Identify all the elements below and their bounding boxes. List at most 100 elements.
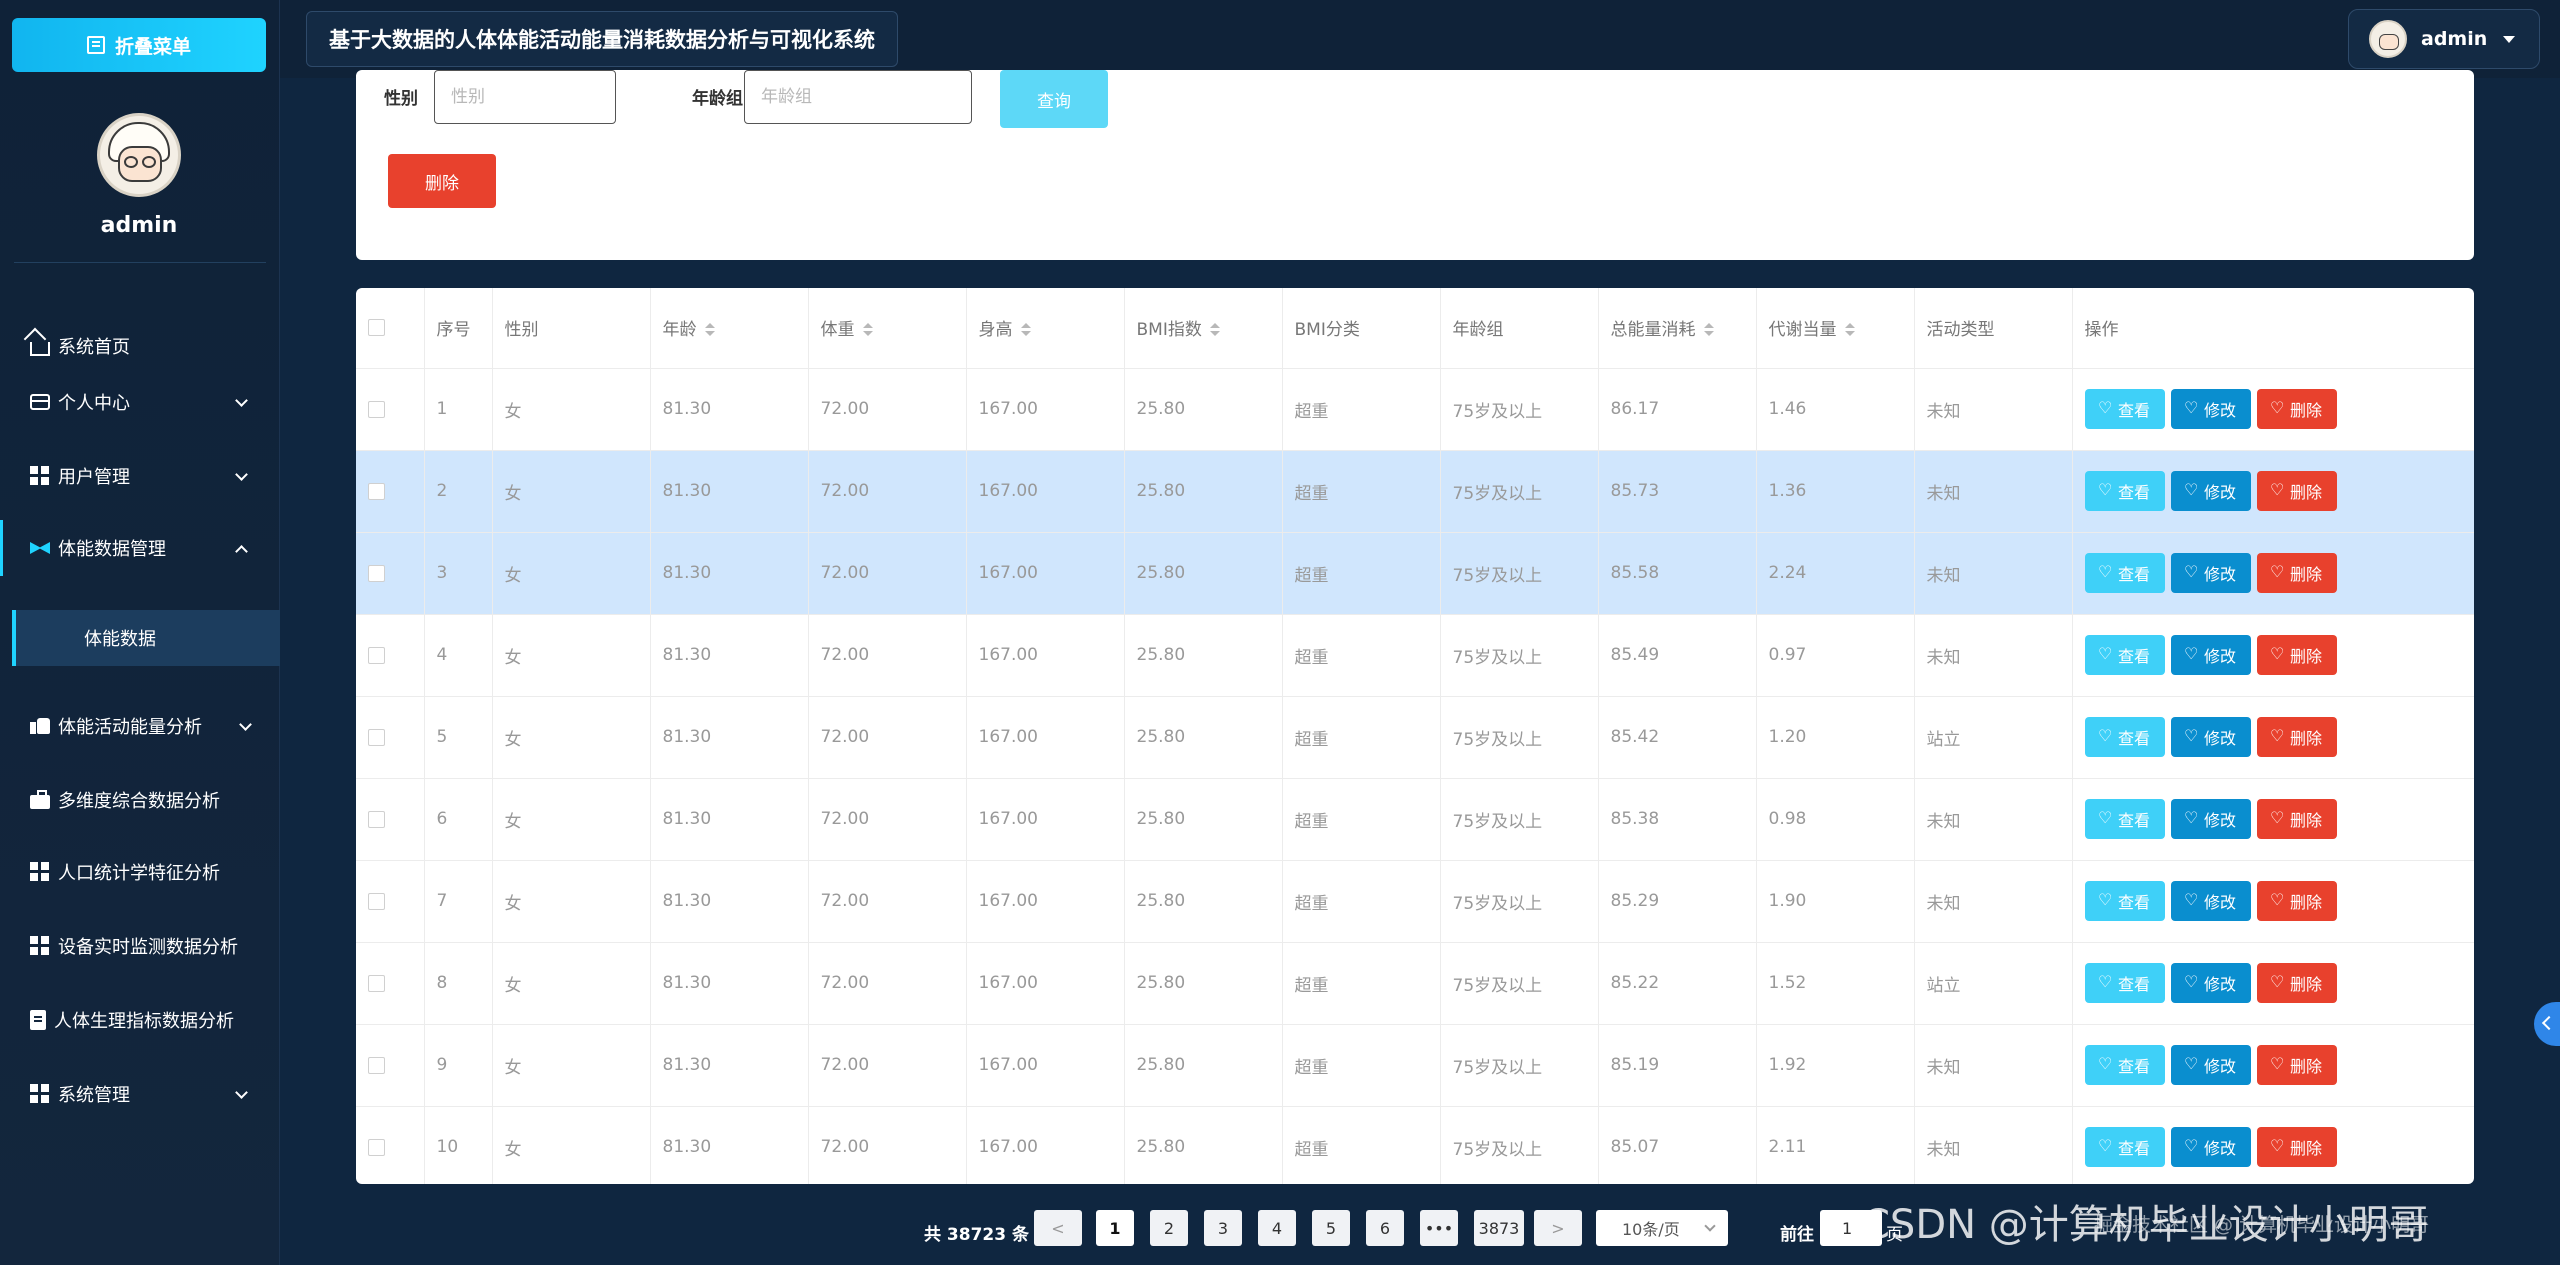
sidebar-item-activity-energy-analysis[interactable]: 体能活动能量分析	[0, 698, 280, 754]
page-number[interactable]: 6	[1366, 1210, 1404, 1246]
page-number[interactable]: 2	[1150, 1210, 1188, 1246]
sidebar-item-physiology-analysis[interactable]: 人体生理指标数据分析	[0, 992, 280, 1048]
edit-button[interactable]: 修改	[2170, 471, 2251, 511]
page-number[interactable]: 5	[1312, 1210, 1350, 1246]
page-number[interactable]: 4	[1258, 1210, 1296, 1246]
delete-button[interactable]: 删除	[2256, 471, 2337, 511]
page-number[interactable]: 3	[1204, 1210, 1242, 1246]
row-checkbox[interactable]	[368, 1056, 385, 1074]
page-ellipsis[interactable]: •••	[1420, 1210, 1458, 1246]
table-row[interactable]: 8 女 81.30 72.00 167.00 25.80 超重 75岁及以上 85.22 1.52…	[356, 942, 2474, 1025]
view-button[interactable]: 查看	[2084, 1127, 2165, 1167]
sidebar-item-fitness-data-management[interactable]: 体能数据管理	[0, 520, 280, 576]
sort-icon[interactable]	[1209, 323, 1220, 337]
table-row[interactable]: 5 女 81.30 72.00 167.00 25.80 超重 75岁及以上 85.42 1.20…	[356, 696, 2474, 779]
gender-input[interactable]	[434, 70, 616, 124]
edit-button[interactable]: 修改	[2170, 389, 2251, 429]
table-row[interactable]: 7 女 81.30 72.00 167.00 25.80 超重 75岁及以上 85.29 1.90…	[356, 860, 2474, 943]
edit-button[interactable]: 修改	[2170, 963, 2251, 1003]
sort-icon[interactable]	[704, 323, 715, 337]
sidebar-item-multidimensional-analysis[interactable]: 多维度综合数据分析	[0, 772, 280, 828]
row-select-cell[interactable]	[356, 860, 425, 943]
page-number[interactable]: 1	[1096, 1210, 1134, 1246]
batch-delete-button[interactable]: 删除	[388, 154, 496, 208]
sidebar-item-personal-center[interactable]: 个人中心	[0, 374, 280, 430]
row-checkbox[interactable]	[368, 810, 385, 828]
delete-button[interactable]: 删除	[2256, 553, 2337, 593]
age-group-input[interactable]	[744, 70, 972, 124]
delete-button[interactable]: 删除	[2256, 963, 2337, 1003]
sidebar-item-device-monitoring-analysis[interactable]: 设备实时监测数据分析	[0, 918, 280, 974]
row-checkbox[interactable]	[368, 892, 385, 910]
prev-page-button[interactable]: <	[1034, 1210, 1082, 1246]
delete-button[interactable]: 删除	[2256, 389, 2337, 429]
column-header-sortable[interactable]: 体重	[808, 288, 967, 369]
collapse-menu-button[interactable]: 折叠菜单	[12, 18, 266, 72]
user-menu[interactable]: admin	[2348, 9, 2540, 69]
view-button[interactable]: 查看	[2084, 553, 2165, 593]
table-row[interactable]: 1 女 81.30 72.00 167.00 25.80 超重 75岁及以上 86.17 1.46…	[356, 368, 2474, 451]
row-checkbox[interactable]	[368, 646, 385, 664]
edit-button[interactable]: 修改	[2170, 717, 2251, 757]
view-button[interactable]: 查看	[2084, 635, 2165, 675]
sort-icon[interactable]	[1703, 323, 1714, 337]
vertical-scrollbar[interactable]	[2546, 78, 2560, 1265]
table-row[interactable]: 9 女 81.30 72.00 167.00 25.80 超重 75岁及以上 85.19 1.92…	[356, 1024, 2474, 1107]
table-row[interactable]: 6 女 81.30 72.00 167.00 25.80 超重 75岁及以上 85.38 0.98…	[356, 778, 2474, 861]
delete-button[interactable]: 删除	[2256, 635, 2337, 675]
edit-button[interactable]: 修改	[2170, 799, 2251, 839]
sidebar-item-home[interactable]: 系统首页	[0, 318, 280, 374]
query-button[interactable]: 查询	[1000, 70, 1108, 128]
row-select-cell[interactable]	[356, 778, 425, 861]
row-select-cell[interactable]	[356, 1106, 425, 1184]
delete-button[interactable]: 删除	[2256, 1127, 2337, 1167]
view-button[interactable]: 查看	[2084, 471, 2165, 511]
table-row[interactable]: 4 女 81.30 72.00 167.00 25.80 超重 75岁及以上 85.49 0.97…	[356, 614, 2474, 697]
table-row[interactable]: 2 女 81.30 72.00 167.00 25.80 超重 75岁及以上 85.73 1.36…	[356, 450, 2474, 533]
edit-button[interactable]: 修改	[2170, 635, 2251, 675]
view-button[interactable]: 查看	[2084, 799, 2165, 839]
page-size-select[interactable]: 10条/页	[1596, 1210, 1728, 1246]
delete-button[interactable]: 删除	[2256, 717, 2337, 757]
edit-button[interactable]: 修改	[2170, 1045, 2251, 1085]
view-button[interactable]: 查看	[2084, 881, 2165, 921]
delete-button[interactable]: 删除	[2256, 1045, 2337, 1085]
sidebar-item-demographic-analysis[interactable]: 人口统计学特征分析	[0, 844, 280, 900]
sort-icon[interactable]	[1020, 323, 1031, 337]
row-checkbox[interactable]	[368, 1138, 385, 1156]
sidebar-subitem-fitness-data[interactable]: 体能数据	[12, 610, 280, 666]
sidebar-item-system-management[interactable]: 系统管理	[0, 1066, 280, 1122]
column-header-sortable[interactable]: 代谢当量	[1756, 288, 1915, 369]
delete-button[interactable]: 删除	[2256, 881, 2337, 921]
column-header-sortable[interactable]: 总能量消耗	[1598, 288, 1757, 369]
sort-icon[interactable]	[862, 323, 873, 337]
edit-button[interactable]: 修改	[2170, 1127, 2251, 1167]
select-all-checkbox[interactable]	[368, 319, 385, 337]
select-all-cell[interactable]	[356, 288, 425, 369]
view-button[interactable]: 查看	[2084, 717, 2165, 757]
edit-button[interactable]: 修改	[2170, 881, 2251, 921]
row-checkbox[interactable]	[368, 728, 385, 746]
sidebar-item-user-management[interactable]: 用户管理	[0, 448, 280, 504]
row-select-cell[interactable]	[356, 450, 425, 533]
row-select-cell[interactable]	[356, 368, 425, 451]
row-checkbox[interactable]	[368, 564, 385, 582]
table-row[interactable]: 3 女 81.30 72.00 167.00 25.80 超重 75岁及以上 85.58 2.24…	[356, 532, 2474, 615]
edit-button[interactable]: 修改	[2170, 553, 2251, 593]
row-checkbox[interactable]	[368, 400, 385, 418]
view-button[interactable]: 查看	[2084, 1045, 2165, 1085]
column-header-sortable[interactable]: 年龄	[650, 288, 809, 369]
row-select-cell[interactable]	[356, 942, 425, 1025]
row-checkbox[interactable]	[368, 974, 385, 992]
row-select-cell[interactable]	[356, 1024, 425, 1107]
delete-button[interactable]: 删除	[2256, 799, 2337, 839]
row-select-cell[interactable]	[356, 532, 425, 615]
column-header-sortable[interactable]: 身高	[966, 288, 1125, 369]
page-number-last[interactable]: 3873	[1474, 1210, 1524, 1246]
column-header-sortable[interactable]: BMI指数	[1124, 288, 1283, 369]
view-button[interactable]: 查看	[2084, 963, 2165, 1003]
next-page-button[interactable]: >	[1534, 1210, 1582, 1246]
table-row[interactable]: 10 女 81.30 72.00 167.00 25.80 超重 75岁及以上 85.07 2.1…	[356, 1106, 2474, 1184]
row-select-cell[interactable]	[356, 614, 425, 697]
row-select-cell[interactable]	[356, 696, 425, 779]
